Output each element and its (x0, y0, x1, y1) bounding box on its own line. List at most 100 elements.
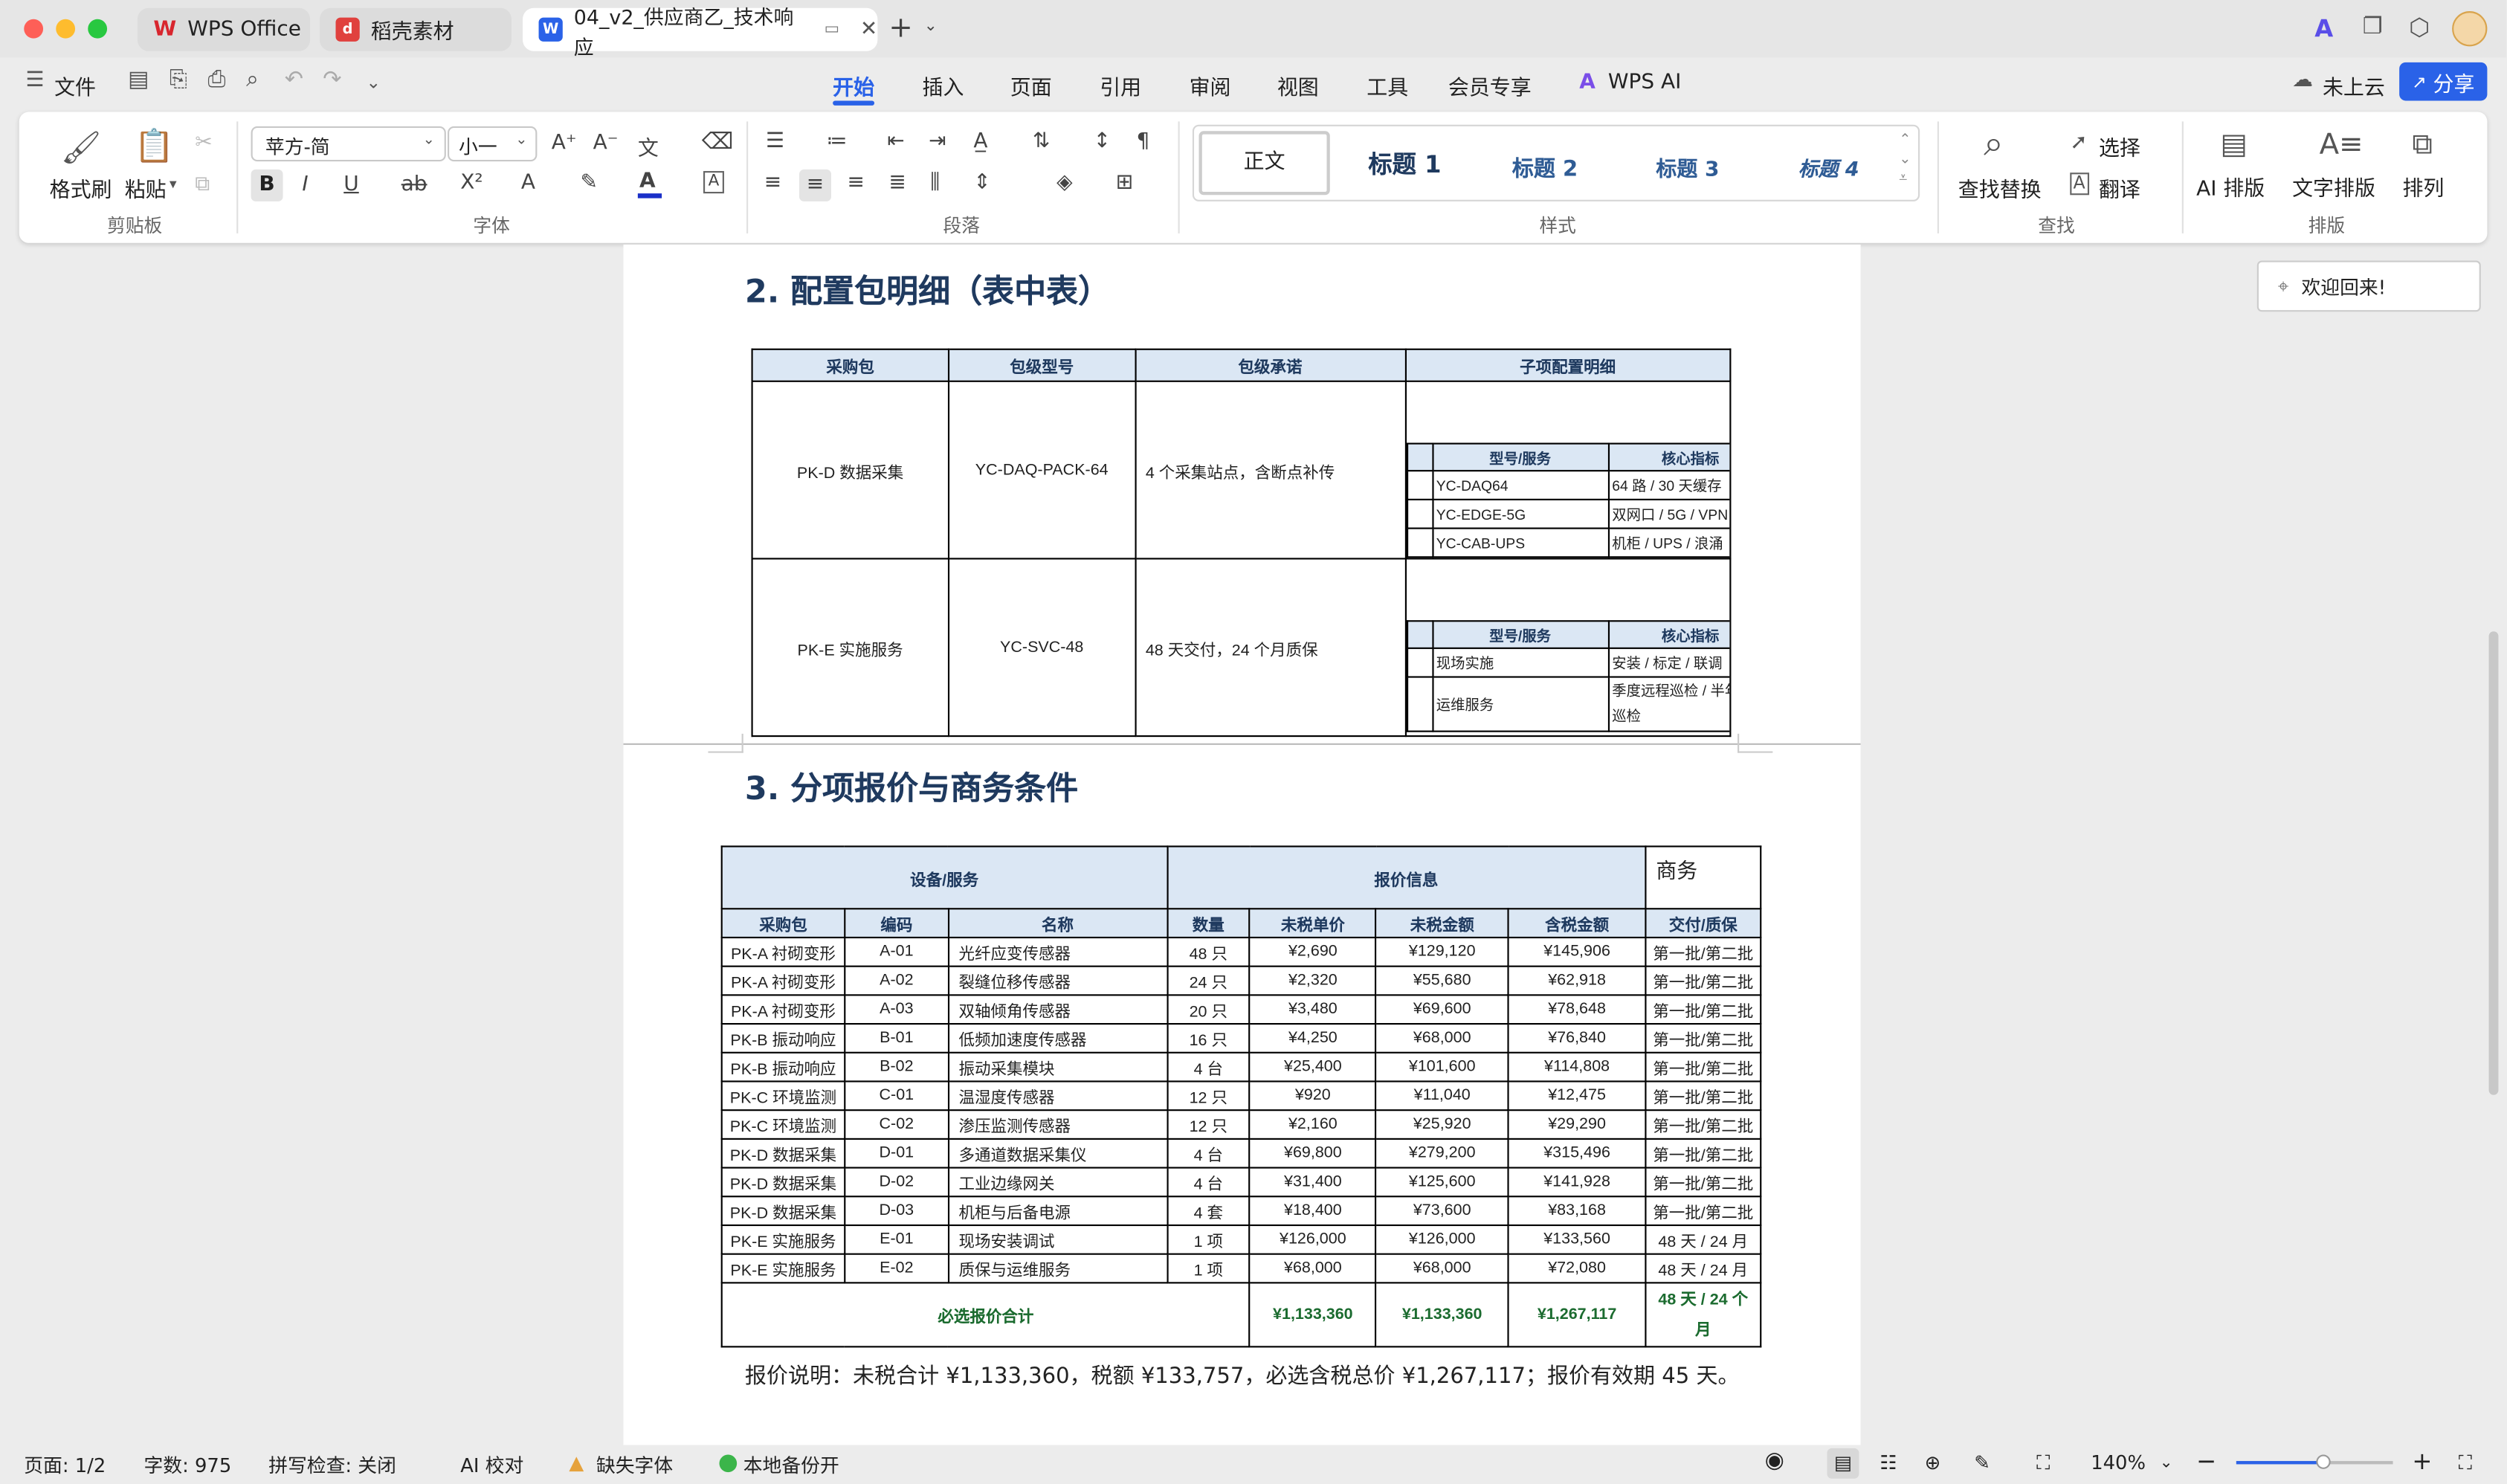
align-center-button[interactable]: ≡ (799, 169, 831, 201)
page-indicator[interactable]: 页面: 1/2 (24, 1451, 106, 1479)
find-replace-button[interactable]: 查找替换 (1958, 172, 2042, 203)
decrease-indent-icon[interactable]: ⇤ (887, 129, 904, 153)
menu-member[interactable]: 会员专享 (1448, 71, 1532, 100)
style-heading-3[interactable]: 标题 3 (1656, 152, 1719, 182)
align-left-icon[interactable]: ≡ (764, 171, 781, 195)
font-name-select[interactable]: 苹方-简 ⌄ (251, 126, 446, 162)
export-pdf-icon[interactable]: ⎘ (170, 67, 187, 92)
strikethrough-button[interactable]: ab (401, 172, 427, 196)
fit-page-icon[interactable]: ⛶ (2036, 1451, 2050, 1475)
justify-icon[interactable]: ≣ (888, 171, 906, 195)
arrange-button[interactable]: 排列 (2402, 171, 2444, 201)
share-button[interactable]: ↗ 分享 (2399, 62, 2488, 101)
text-effect-icon[interactable]: A (521, 171, 535, 195)
print-icon[interactable]: ⎙ (208, 67, 226, 92)
increase-indent-icon[interactable]: ⇥ (929, 129, 946, 153)
eye-icon[interactable]: ◉ (1765, 1448, 1784, 1474)
new-tab-button[interactable]: + (888, 11, 912, 45)
outline-view-icon[interactable]: ☷ (1880, 1451, 1897, 1474)
text-layout-button[interactable]: 文字排版 (2292, 171, 2375, 201)
underline-button[interactable]: U (343, 172, 358, 196)
char-border-icon[interactable]: A (703, 171, 724, 194)
tab-wps-office[interactable]: W WPS Office (137, 7, 311, 51)
line-spacing-icon[interactable]: ↕ (1094, 129, 1111, 153)
menu-insert[interactable]: 插入 (923, 71, 964, 100)
menu-view[interactable]: 视图 (1277, 71, 1319, 100)
shading-icon[interactable]: ◈ (1056, 171, 1073, 195)
show-marks-icon[interactable]: ¶ (1137, 129, 1150, 153)
text-direction-icon[interactable]: A̲ (973, 129, 987, 153)
word-count[interactable]: 字数: 975 (144, 1451, 232, 1479)
superscript-button[interactable]: X² (460, 171, 483, 195)
maximize-window-button[interactable] (88, 19, 108, 39)
tab-list-chevron-icon[interactable]: ⌄ (924, 18, 938, 36)
local-backup-status[interactable]: 本地备份开 (743, 1451, 839, 1479)
style-heading-2[interactable]: 标题 2 (1512, 150, 1578, 182)
italic-button[interactable]: I (302, 172, 308, 196)
translate-button[interactable]: 翻译 (2099, 172, 2140, 203)
zoom-out-icon[interactable]: − (2196, 1447, 2216, 1476)
quick-access-chevron-icon[interactable]: ⌄ (366, 72, 381, 93)
paste-button[interactable]: 粘贴 (125, 172, 167, 203)
vertical-scrollbar-thumb[interactable] (2488, 631, 2499, 1095)
welcome-panel[interactable]: ⌖ 欢迎回来! (2256, 260, 2481, 312)
undo-icon[interactable]: ↶ (285, 67, 303, 92)
clear-format-icon[interactable]: ⌫ (702, 129, 734, 155)
format-painter-button[interactable]: 格式刷 (50, 172, 112, 203)
cut-icon[interactable]: ✂ (195, 131, 212, 155)
avatar[interactable] (2452, 11, 2488, 47)
zoom-slider-knob[interactable] (2316, 1454, 2331, 1469)
menu-wps-ai[interactable]: WPS AI (1608, 71, 1681, 94)
numbered-list-icon[interactable]: ≔ (827, 129, 848, 153)
font-size-select[interactable]: 小一 ⌄ (448, 126, 538, 162)
file-menu[interactable]: 文件 (54, 71, 96, 100)
increase-font-icon[interactable]: A⁺ (552, 131, 577, 155)
copy-icon[interactable]: ⧉ (195, 172, 210, 196)
close-window-button[interactable] (24, 19, 44, 39)
phonetic-guide-icon[interactable]: 文 (638, 131, 659, 161)
bullet-list-icon[interactable]: ☰ (766, 129, 784, 153)
styles-scroll-icon[interactable]: ⌃ ⌄ ⩡ (1899, 131, 1911, 188)
style-heading-1[interactable]: 标题 1 (1368, 147, 1441, 181)
sort-icon[interactable]: ⇅ (1033, 129, 1050, 153)
redo-icon[interactable]: ↷ (323, 67, 341, 92)
tab-document[interactable]: W 04_v2_供应商乙_技术响应 ▭ ✕ (523, 4, 878, 58)
save-icon[interactable]: ▤ (128, 67, 149, 92)
tab-docer[interactable]: d 稻壳素材 (320, 7, 512, 51)
web-view-icon[interactable]: ⊕ (1925, 1451, 1941, 1474)
print-preview-icon[interactable]: ⌕ (246, 67, 259, 92)
font-color-icon[interactable]: A (639, 170, 656, 193)
paragraph-spacing-icon[interactable]: ⇕ (973, 171, 990, 195)
zoom-chevron-icon[interactable]: ⌄ (2160, 1455, 2173, 1473)
zoom-slider-track[interactable] (2236, 1454, 2393, 1469)
wps-ai-icon[interactable]: A (2314, 14, 2333, 43)
window-icon[interactable]: ❐ (2363, 14, 2383, 39)
decrease-font-icon[interactable]: A⁻ (593, 131, 619, 155)
zoom-in-icon[interactable]: + (2412, 1447, 2432, 1476)
style-heading-4[interactable]: 标题 4 (1798, 152, 1859, 182)
menu-review[interactable]: 审阅 (1190, 71, 1231, 100)
minimize-window-button[interactable] (56, 19, 76, 39)
distributed-icon[interactable]: ⫼ (930, 171, 940, 195)
borders-icon[interactable]: ⊞ (1116, 171, 1133, 195)
zoom-level[interactable]: 140% (2091, 1451, 2146, 1474)
close-tab-icon[interactable]: ✕ (860, 18, 877, 42)
page-view-icon[interactable]: ▤ (1827, 1448, 1859, 1479)
highlight-icon[interactable]: ✎ (580, 171, 597, 195)
hamburger-icon[interactable]: ☰ (25, 68, 44, 92)
cube-icon[interactable]: ⬡ (2409, 13, 2430, 42)
align-right-icon[interactable]: ≡ (848, 171, 865, 195)
menu-references[interactable]: 引用 (1100, 71, 1141, 100)
menu-tools[interactable]: 工具 (1367, 71, 1408, 100)
pen-icon[interactable]: ✎ (1974, 1451, 1990, 1474)
bold-button[interactable]: B (251, 169, 283, 201)
paste-chevron-icon[interactable]: ▾ (170, 178, 177, 194)
ai-layout-button[interactable]: AI 排版 (2196, 171, 2265, 201)
select-button[interactable]: 选择 (2099, 131, 2140, 161)
ai-proofread-button[interactable]: AI 校对 (460, 1451, 523, 1479)
menu-home[interactable]: 开始 (833, 71, 874, 100)
style-normal[interactable]: 正文 (1198, 131, 1330, 196)
spell-check-status[interactable]: 拼写检查: 关闭 (268, 1451, 396, 1479)
missing-font-button[interactable]: 缺失字体 (596, 1451, 673, 1479)
cloud-status[interactable]: 未上云 (2323, 71, 2385, 100)
